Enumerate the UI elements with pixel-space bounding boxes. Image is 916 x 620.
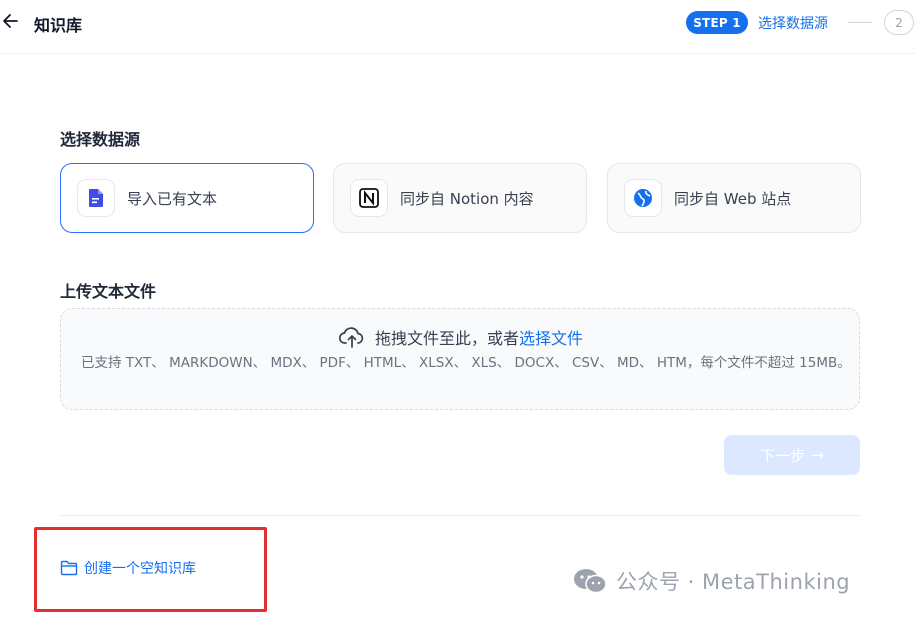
document-icon <box>77 179 115 217</box>
supported-formats-hint: 已支持 TXT、 MARKDOWN、 MDX、 PDF、 HTML、 XLSX、… <box>81 355 851 371</box>
watermark: 公众号 · MetaThinking <box>572 566 850 596</box>
datasource-option-web[interactable]: 同步自 Web 站点 <box>607 163 861 233</box>
next-step-label: 下一步 <box>760 446 806 465</box>
step-1-badge: STEP 1 <box>686 11 748 34</box>
step-2-badge: 2 <box>884 10 914 35</box>
datasource-option-label: 同步自 Web 站点 <box>674 189 792 208</box>
step-connector <box>848 22 872 23</box>
datasource-option-label: 同步自 Notion 内容 <box>400 189 534 208</box>
next-step-button[interactable]: 下一步 → <box>724 435 860 475</box>
file-dropzone[interactable]: 拖拽文件至此，或者 选择文件 已支持 TXT、 MARKDOWN、 MDX、 P… <box>60 308 860 410</box>
wechat-logo-icon <box>574 569 607 594</box>
notion-logo-icon <box>350 179 388 217</box>
section-divider <box>60 515 860 516</box>
datasource-option-notion[interactable]: 同步自 Notion 内容 <box>333 163 587 233</box>
annotation-highlight-box <box>34 527 267 612</box>
watermark-text: 公众号 · MetaThinking <box>616 570 851 594</box>
page-title: 知识库 <box>34 16 83 35</box>
back-arrow-icon[interactable] <box>2 10 22 32</box>
step-1-label: 选择数据源 <box>758 16 828 32</box>
upload-section-title: 上传文本文件 <box>60 282 157 301</box>
cloud-upload-icon <box>338 327 364 348</box>
datasource-option-import-text[interactable]: 导入已有文本 <box>60 163 314 233</box>
arrow-right-icon: → <box>811 446 824 464</box>
dropzone-prompt: 拖拽文件至此，或者 选择文件 <box>61 325 861 349</box>
top-header: 知识库 STEP 1 选择数据源 2 <box>0 0 916 54</box>
datasource-section-title: 选择数据源 <box>60 130 141 149</box>
datasource-option-label: 导入已有文本 <box>127 189 218 208</box>
select-file-link[interactable]: 选择文件 <box>519 325 583 349</box>
web-globe-icon <box>624 179 662 217</box>
dropzone-text: 拖拽文件至此，或者 <box>374 329 519 348</box>
